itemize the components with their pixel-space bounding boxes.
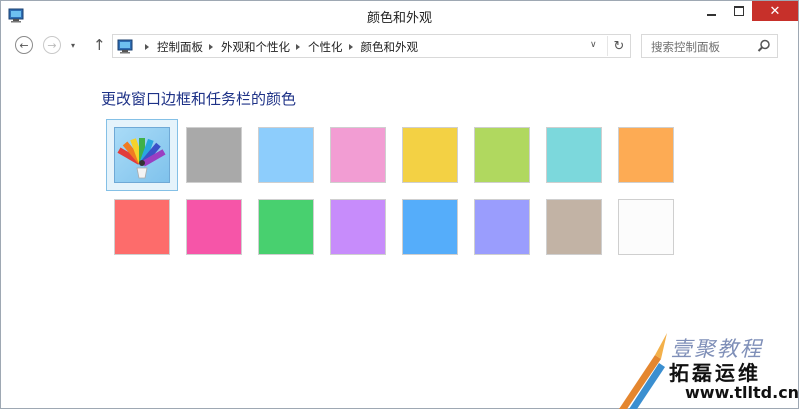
- color-swatch-automatic-color: [114, 127, 170, 183]
- color-swatch-grid: [106, 119, 682, 263]
- minimize-button[interactable]: [698, 1, 725, 21]
- maximize-button[interactable]: [725, 1, 752, 21]
- maximize-icon: [733, 6, 744, 16]
- watermark: 壹聚教程 拓磊运维 www.tlltd.cn: [615, 325, 799, 410]
- color-option-green[interactable]: [466, 119, 538, 191]
- breadcrumb-appearance-personalization[interactable]: 外观和个性化: [221, 39, 290, 55]
- back-arrow-icon: ←: [19, 38, 29, 52]
- window-title: 颜色和外观: [366, 11, 432, 26]
- breadcrumb-separator-icon[interactable]: [209, 44, 213, 50]
- color-swatch-green: [474, 127, 530, 183]
- color-swatch-light-blue: [258, 127, 314, 183]
- close-icon: ✕: [769, 3, 781, 19]
- address-bar[interactable]: 控制面板 外观和个性化 个性化 颜色和外观 ∨ ↻: [112, 34, 631, 58]
- color-option-magenta[interactable]: [178, 191, 250, 263]
- color-swatch-orange: [618, 127, 674, 183]
- up-arrow-icon: ↑: [93, 36, 106, 54]
- color-option-white[interactable]: [610, 191, 682, 263]
- forward-button[interactable]: →: [43, 36, 61, 54]
- refresh-icon: ↻: [613, 38, 625, 54]
- breadcrumb-separator-icon[interactable]: [348, 44, 353, 50]
- color-option-automatic-color[interactable]: [106, 119, 178, 191]
- color-option-violet[interactable]: [322, 191, 394, 263]
- page-title: 更改窗口边框和任务栏的颜色: [101, 90, 297, 108]
- color-option-taupe[interactable]: [538, 191, 610, 263]
- color-swatch-pink: [330, 127, 386, 183]
- watermark-pen-icon: [619, 333, 667, 409]
- search-placeholder: 搜索控制面板: [651, 40, 720, 54]
- color-swatch-magenta: [186, 199, 242, 255]
- breadcrumb-color-appearance[interactable]: 颜色和外观: [361, 39, 419, 55]
- color-option-periwinkle[interactable]: [466, 191, 538, 263]
- color-swatch-red: [114, 199, 170, 255]
- breadcrumb: 控制面板 外观和个性化 个性化 颜色和外观: [139, 39, 418, 55]
- color-swatch-taupe: [546, 199, 602, 255]
- color-swatch-periwinkle: [474, 199, 530, 255]
- chevron-down-icon: ▾: [71, 41, 76, 50]
- recent-locations-button[interactable]: ▾: [71, 41, 75, 50]
- color-option-light-blue[interactable]: [250, 119, 322, 191]
- color-option-teal[interactable]: [538, 119, 610, 191]
- color-swatch-teal: [546, 127, 602, 183]
- color-option-red[interactable]: [106, 191, 178, 263]
- chevron-down-icon: ∨: [590, 40, 597, 50]
- color-option-blue[interactable]: [394, 191, 466, 263]
- address-history-button[interactable]: ∨: [590, 40, 597, 50]
- search-icon[interactable]: [757, 39, 771, 53]
- color-option-yellow[interactable]: [394, 119, 466, 191]
- forward-arrow-icon: →: [47, 38, 57, 52]
- navigation-bar: ← → ▾ ↑ 控制面板 外观和个性化 个性化 颜色和外观 ∨ ↻ 搜索控制面板: [1, 33, 798, 61]
- watermark-line2: 拓磊运维: [669, 361, 761, 385]
- color-fan-icon: [117, 138, 166, 179]
- breadcrumb-control-panel[interactable]: 控制面板: [157, 39, 203, 55]
- color-swatch-blue: [402, 199, 458, 255]
- color-option-gray[interactable]: [178, 119, 250, 191]
- control-panel-icon: [117, 39, 133, 54]
- breadcrumb-personalization[interactable]: 个性化: [308, 39, 343, 55]
- watermark-line1: 壹聚教程: [671, 337, 763, 361]
- color-swatch-gray: [186, 127, 242, 183]
- color-option-pink[interactable]: [322, 119, 394, 191]
- close-button[interactable]: ✕: [752, 1, 798, 21]
- color-option-orange[interactable]: [610, 119, 682, 191]
- watermark-url: www.tlltd.cn: [685, 383, 799, 402]
- color-swatch-yellow: [402, 127, 458, 183]
- color-swatch-emerald: [258, 199, 314, 255]
- minimize-icon: [707, 13, 716, 16]
- up-button[interactable]: ↑: [93, 36, 106, 54]
- breadcrumb-separator-icon[interactable]: [145, 44, 149, 50]
- color-option-emerald[interactable]: [250, 191, 322, 263]
- back-button[interactable]: ←: [15, 36, 33, 54]
- window: 颜色和外观 ✕ ← → ▾ ↑ 控制面板 外观和个性化 个性化 颜色和外观 ∨ …: [0, 0, 799, 409]
- color-swatch-white: [618, 199, 674, 255]
- title-bar[interactable]: 颜色和外观 ✕: [1, 1, 798, 31]
- color-swatch-violet: [330, 199, 386, 255]
- breadcrumb-separator-icon[interactable]: [296, 44, 300, 50]
- search-input[interactable]: 搜索控制面板: [641, 34, 778, 58]
- refresh-button[interactable]: ↻: [607, 36, 630, 56]
